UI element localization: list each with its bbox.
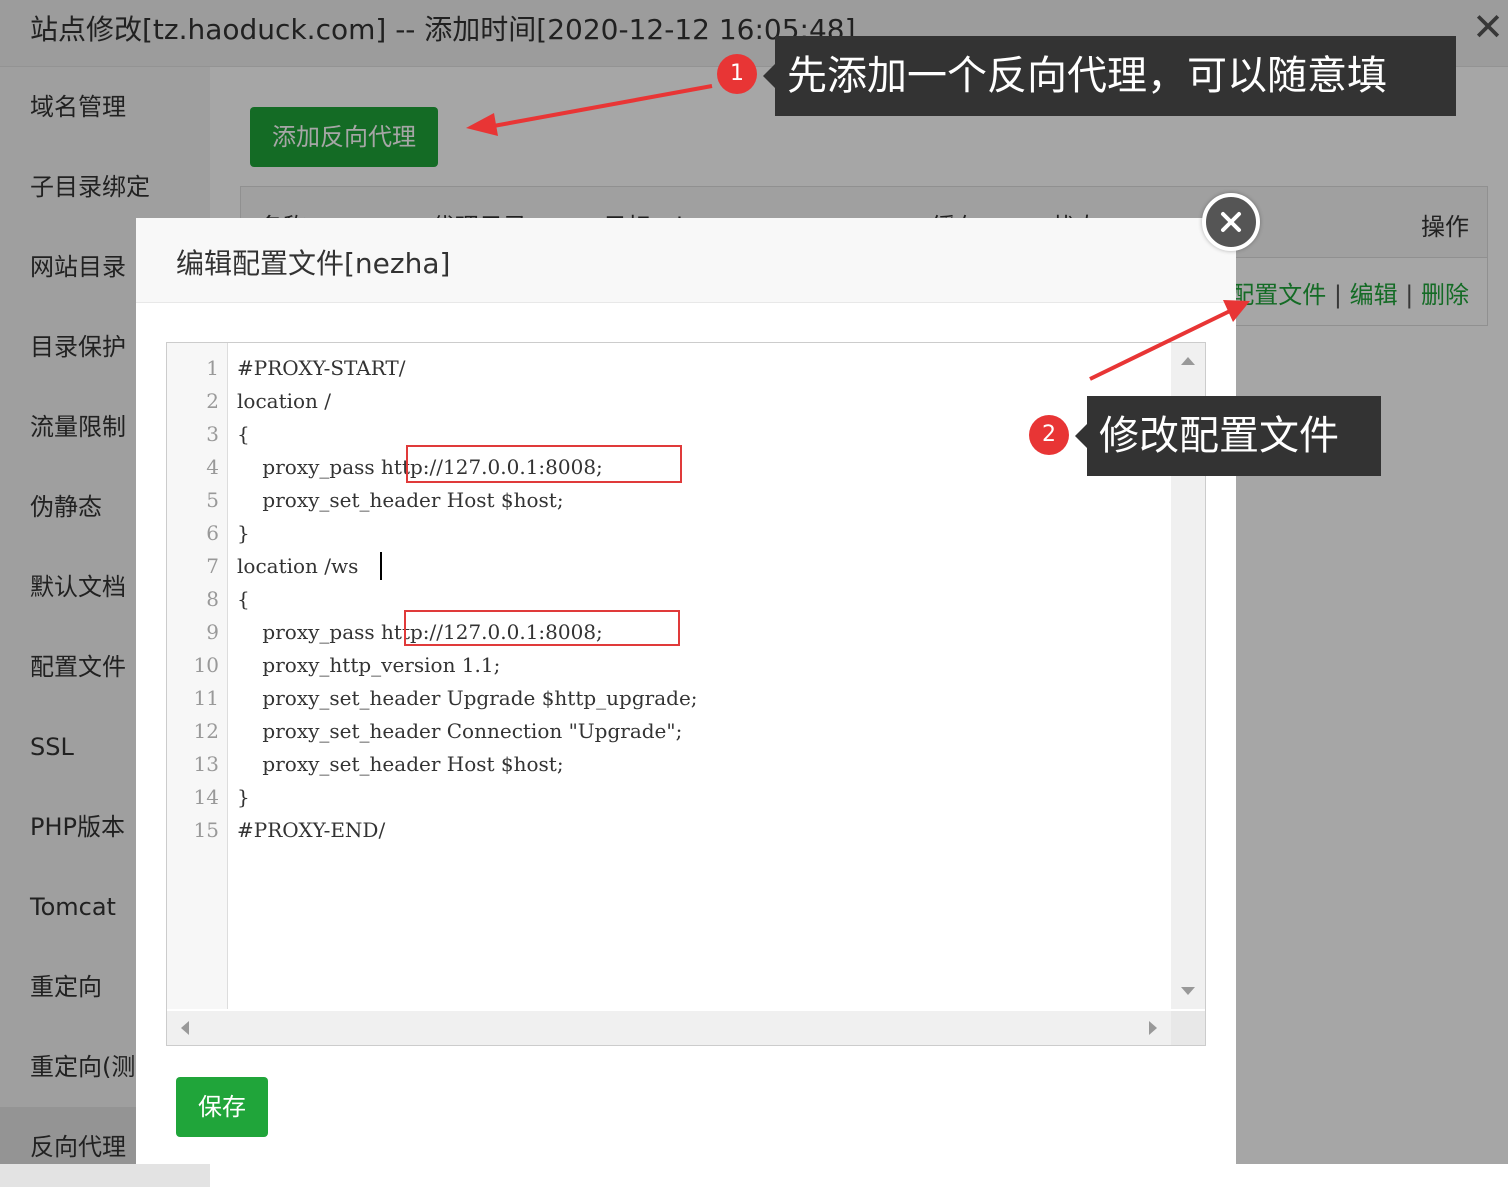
callout-pointer bbox=[763, 64, 775, 88]
annotation-arrows bbox=[466, 84, 1250, 381]
annotation-text-2: 修改配置文件 bbox=[1099, 413, 1339, 459]
annotation-arrow-2 bbox=[1089, 308, 1233, 381]
arrow-head-1-icon bbox=[466, 113, 498, 136]
annotation-text-1: 先添加一个反向代理，可以随意填 bbox=[787, 53, 1387, 99]
annotation-arrow-1 bbox=[487, 84, 713, 129]
annotation-callout-2: 修改配置文件 bbox=[1075, 396, 1381, 476]
annotation-badge-1: 1 bbox=[717, 54, 757, 94]
annotation-callout-1: 先添加一个反向代理，可以随意填 bbox=[763, 36, 1456, 116]
callout-pointer bbox=[1075, 424, 1087, 448]
annotation-badge-2: 2 bbox=[1029, 415, 1069, 455]
